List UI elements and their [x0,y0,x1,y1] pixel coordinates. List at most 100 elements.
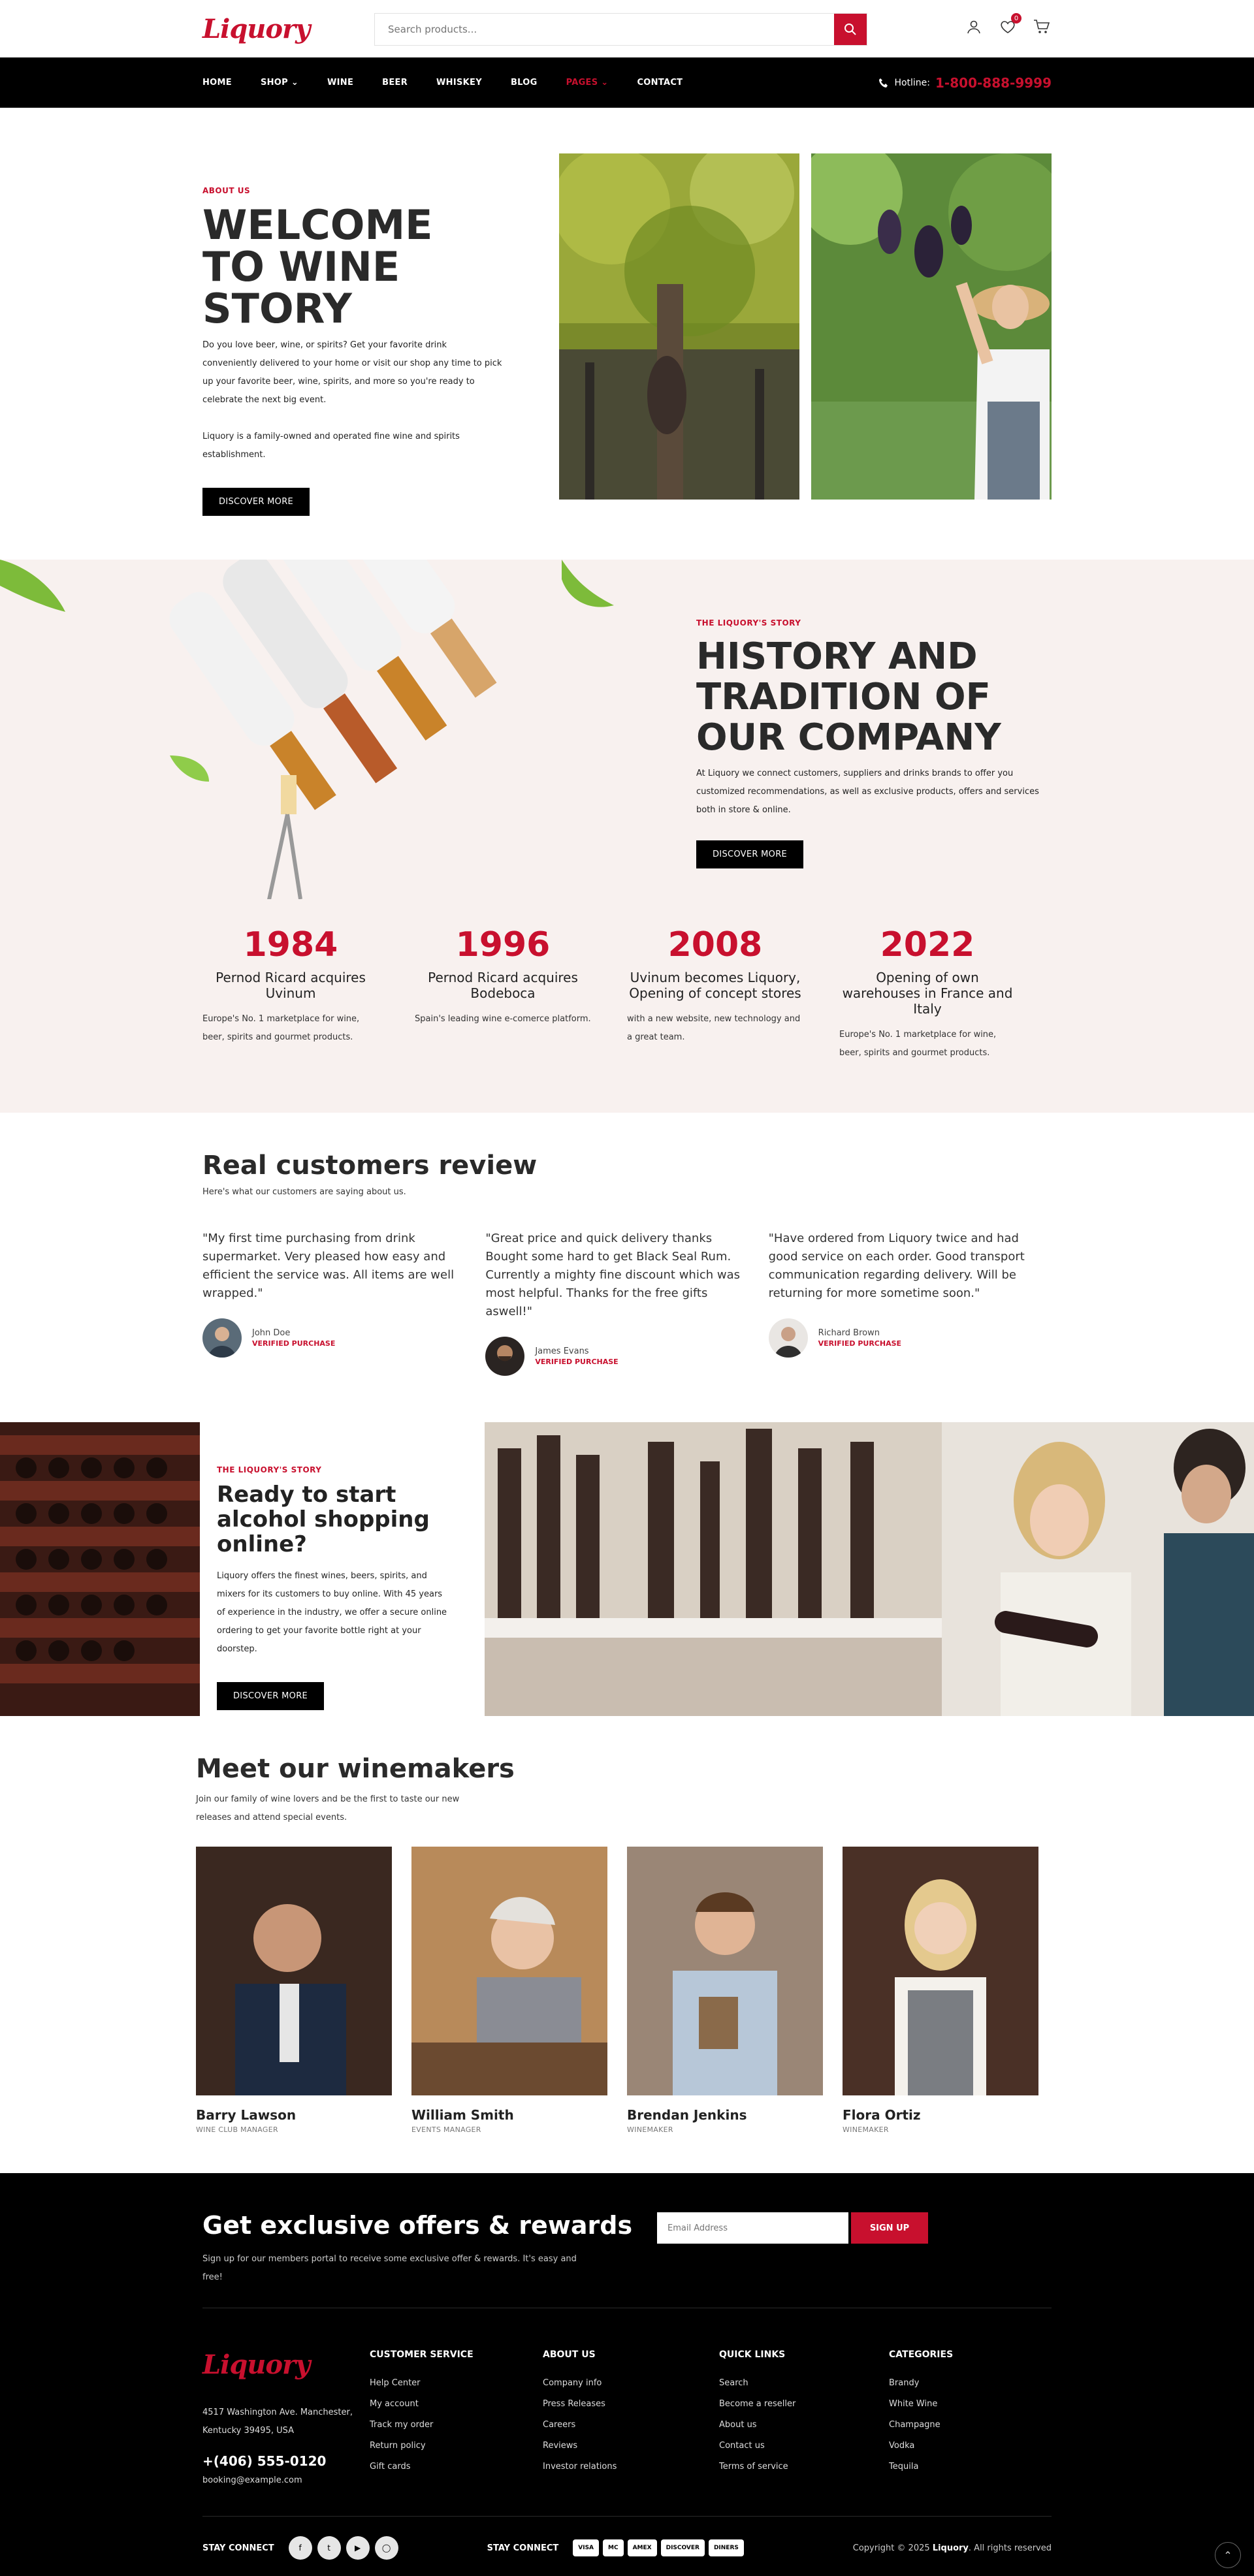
wishlist-button[interactable]: 0 [998,13,1021,37]
nav-wine[interactable]: WINE [327,78,353,87]
footer-link[interactable]: Vodka [889,2436,1020,2457]
footer-link[interactable]: Tequila [889,2457,1020,2477]
footer-email[interactable]: booking@example.com [202,2475,370,2485]
footer-link[interactable]: Become a reseller [719,2394,889,2415]
member-name: Flora Ortiz [843,2107,921,2123]
stay-connect-label: STAY CONNECT [202,2543,274,2553]
footer-link[interactable]: Return policy [370,2436,543,2457]
payment-label: STAY CONNECT [487,2543,559,2553]
member-photo [627,1847,823,2095]
header-icons: 0 [964,13,1052,37]
reviewer: John Doe VERIFIED PURCHASE [202,1318,459,1358]
twitter-icon[interactable]: t [317,2536,341,2560]
timeline-item: 1996 Pernod Ricard acquires Bodeboca Spa… [415,925,627,1062]
hotline-number[interactable]: 1-800-888-9999 [935,75,1052,91]
promo-paragraph: Liquory offers the finest wines, beers, … [217,1571,447,1654]
footer-link[interactable]: My account [370,2394,543,2415]
hero-discover-button[interactable]: DISCOVER MORE [202,488,310,516]
footer-link[interactable]: Champagne [889,2415,1020,2436]
footer-link[interactable]: Press Releases [543,2394,719,2415]
diners-icon: DINERS [708,2539,744,2556]
search-button[interactable] [834,14,867,45]
newsletter-subtitle: Sign up for our members portal to receiv… [202,2254,577,2282]
reviews-subtitle: Here's what our customers are saying abo… [202,1187,406,1197]
back-to-top-button[interactable]: ⌃ [1215,2542,1241,2568]
review-card: "Great price and quick delivery thanks B… [485,1230,768,1376]
history-title: HISTORY AND TRADITION OF OUR COMPANY [696,635,1001,759]
nav-home[interactable]: HOME [202,78,232,87]
copyright-suffix: . All rights reserved [968,2543,1052,2553]
history-paragraph: At Liquory we connect customers, supplie… [696,769,1039,815]
search-bar [374,13,867,46]
timeline-desc: Europe's No. 1 marketplace for wine, bee… [202,1014,360,1042]
reviewer-name: Richard Brown [818,1328,880,1338]
footer-link[interactable]: Gift cards [370,2457,543,2477]
promo-title: Ready to start alcohol shopping online? [217,1482,430,1557]
site-header: Liquory 0 HOME SHOP ⌄ WINE BEER [0,0,1254,108]
history-discover-button[interactable]: DISCOVER MORE [696,840,804,868]
reviewer: James Evans VERIFIED PURCHASE [485,1337,742,1376]
nav-pages[interactable]: PAGES ⌄ [566,78,609,87]
instagram-icon[interactable]: ◯ [374,2536,398,2560]
hero-text: ABOUT US WELCOME TO WINE STORY Do you lo… [202,186,503,516]
team-member: William Smith EVENTS MANAGER [411,1847,607,2134]
footer-link[interactable]: Search [719,2373,889,2394]
nav-pages-label: PAGES [566,78,598,87]
member-name: Brendan Jenkins [627,2107,747,2123]
facebook-icon[interactable]: f [288,2536,312,2560]
footer-link[interactable]: Terms of service [719,2457,889,2477]
footer-link[interactable]: Brandy [889,2373,1020,2394]
signup-button[interactable]: SIGN UP [851,2212,928,2244]
timeline-desc: with a new website, new technology and a… [627,1014,801,1042]
logo[interactable]: Liquory [202,14,310,44]
vineyard-photo [559,153,799,500]
nav-blog[interactable]: BLOG [511,78,538,87]
footer-col-title: ABOUT US [543,2349,596,2360]
site-footer: Get exclusive offers & rewards Sign up f… [0,2173,1254,2576]
footer-link[interactable]: Careers [543,2415,719,2436]
youtube-icon[interactable]: ▶ [346,2536,370,2560]
mastercard-icon: MC [603,2539,624,2556]
promo-discover-button[interactable]: DISCOVER MORE [217,1682,325,1710]
footer-col-customer-service: CUSTOMER SERVICE Help Center My account … [370,2349,543,2485]
history-section: THE LIQUORY'S STORY HISTORY AND TRADITIO… [0,560,1254,1113]
footer-link[interactable]: Contact us [719,2436,889,2457]
footer-link[interactable]: Company info [543,2373,719,2394]
member-photo [196,1847,392,2095]
footer-logo[interactable]: Liquory [202,2349,370,2380]
member-photo [411,1847,607,2095]
footer-col-about: ABOUT US Company info Press Releases Car… [543,2349,719,2485]
footer-link[interactable]: Reviews [543,2436,719,2457]
nav-whiskey[interactable]: WHISKEY [436,78,482,87]
footer-link[interactable]: White Wine [889,2394,1020,2415]
timeline-title: Pernod Ricard acquires Uvinum [216,970,366,1001]
footer-bottom: STAY CONNECT f t ▶ ◯ STAY CONNECT VISA M… [202,2516,1052,2560]
footer-phone[interactable]: +(406) 555-0120 [202,2453,370,2469]
phone-icon [879,78,888,87]
footer-link[interactable]: Track my order [370,2415,543,2436]
wine-bottles-illustration [0,560,627,899]
copyright-prefix: Copyright © 2025 [852,2543,930,2553]
account-button[interactable] [964,17,984,37]
footer-col-quick-links: QUICK LINKS Search Become a reseller Abo… [719,2349,889,2485]
hotline: Hotline: 1-800-888-9999 [878,75,1052,91]
wine-cellar-photo [0,1422,200,1716]
hero-paragraph-1: Do you love beer, wine, or spirits? Get … [202,340,502,405]
avatar [485,1337,525,1376]
nav-shop[interactable]: SHOP ⌄ [261,78,298,87]
nav-beer[interactable]: BEER [382,78,408,87]
reviews-list: "My first time purchasing from drink sup… [202,1230,1052,1376]
search-input[interactable] [375,14,834,45]
timeline-title: Pernod Ricard acquires Bodeboca [428,970,578,1001]
nav-contact[interactable]: CONTACT [637,78,683,87]
timeline-title: Uvinum becomes Liquory, Opening of conce… [629,970,801,1001]
avatar [768,1318,808,1358]
footer-link[interactable]: Investor relations [543,2457,719,2477]
timeline-item: 2022 Opening of own warehouses in France… [839,925,1052,1062]
email-field[interactable] [657,2212,848,2244]
footer-link[interactable]: About us [719,2415,889,2436]
footer-link[interactable]: Help Center [370,2373,543,2394]
team-member: Brendan Jenkins WINEMAKER [627,1847,823,2134]
cart-button[interactable] [1032,17,1052,37]
timeline-year: 2022 [880,925,975,964]
